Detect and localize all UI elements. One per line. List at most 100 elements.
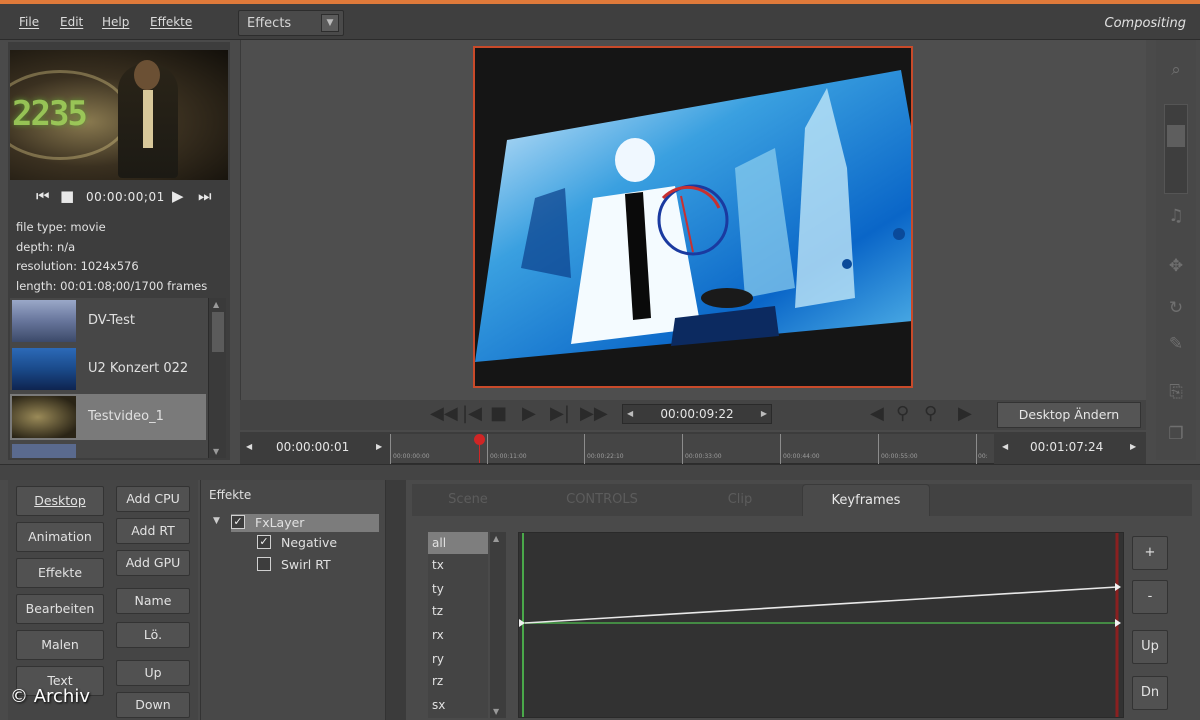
compositing-viewer[interactable]: [240, 40, 1146, 400]
play-icon[interactable]: ▶: [172, 187, 184, 205]
clip-item[interactable]: [10, 442, 206, 458]
timeline-ruler[interactable]: 00:00:00:00 00:00:11:00 00:00:22:10 00:0…: [390, 434, 994, 464]
tab-clip[interactable]: Clip: [692, 484, 788, 516]
rewind-icon[interactable]: ◀◀: [430, 403, 458, 424]
keyframe-curve-area: [519, 533, 1121, 717]
param-item[interactable]: rx: [428, 624, 488, 646]
ruler-label: 00:00:00:00: [393, 453, 430, 460]
delete-button[interactable]: Lö.: [116, 622, 190, 648]
time-increment-icon[interactable]: ▶: [761, 405, 767, 423]
timeline-start-next-icon[interactable]: ▶: [376, 442, 382, 451]
animation-button[interactable]: Animation: [16, 522, 104, 552]
clip-label: Testvideo_1: [88, 409, 164, 424]
param-item[interactable]: tx: [428, 554, 488, 576]
zoom-icon[interactable]: ⌕: [1164, 58, 1188, 82]
time-decrement-icon[interactable]: ◀: [627, 405, 633, 423]
action-buttons: Desktop Animation Effekte Bearbeiten Mal…: [8, 480, 198, 720]
param-item[interactable]: tz: [428, 600, 488, 622]
timeline-start-prev-icon[interactable]: ◀: [246, 442, 252, 451]
scroll-up-icon[interactable]: ▲: [493, 534, 499, 543]
timeline-end-next-icon[interactable]: ▶: [1130, 442, 1136, 451]
next-key-icon[interactable]: ▶: [958, 403, 972, 424]
tree-item-negative[interactable]: ✓ Negative: [257, 534, 377, 552]
clip-label: U2 Konzert 022: [88, 361, 189, 376]
viewer-canvas[interactable]: [473, 46, 913, 388]
keyframe-graph[interactable]: [518, 532, 1124, 718]
add-cpu-button[interactable]: Add CPU: [116, 486, 190, 512]
effects-tree-scrollbar[interactable]: [386, 480, 406, 720]
tree-item-fxlayer[interactable]: ✓ FxLayer: [231, 514, 379, 532]
step-back-icon[interactable]: |◀: [462, 403, 482, 424]
stop-icon[interactable]: ■: [490, 403, 507, 424]
music-note-icon[interactable]: ♫: [1164, 204, 1188, 228]
zoom-slider[interactable]: [1164, 104, 1188, 194]
add-key-button[interactable]: +: [1132, 536, 1168, 570]
move-down-button[interactable]: Down: [116, 692, 190, 718]
tab-scene[interactable]: Scene: [420, 484, 516, 516]
current-time-field[interactable]: ◀ 00:00:09:22 ▶: [622, 404, 772, 424]
effekte-button[interactable]: Effekte: [16, 558, 104, 588]
play-icon[interactable]: ▶: [522, 403, 536, 424]
skip-back-icon[interactable]: ⏮: [36, 187, 50, 205]
rotate-icon[interactable]: ↻: [1164, 296, 1188, 320]
negative-checkbox[interactable]: ✓: [257, 535, 271, 549]
tree-expand-icon[interactable]: ▼: [213, 516, 220, 526]
stop-icon[interactable]: ■: [60, 187, 74, 205]
key-up-button[interactable]: Up: [1132, 630, 1168, 664]
transport-bar: ◀◀ |◀ ■ ▶ ▶| ▶▶ ◀ 00:00:09:22 ▶ ◀ ⚲ ⚲ ▶ …: [240, 400, 1146, 430]
param-item[interactable]: rz: [428, 670, 488, 692]
tab-keyframes[interactable]: Keyframes: [802, 484, 930, 516]
menu-effekte[interactable]: Effekte: [150, 15, 192, 29]
scroll-up-icon[interactable]: ▲: [213, 300, 219, 309]
export-icon[interactable]: ⎘: [1164, 380, 1188, 404]
bearbeiten-button[interactable]: Bearbeiten: [16, 594, 104, 624]
parameter-list-scrollbar[interactable]: ▲ ▼: [490, 532, 506, 718]
menu-file[interactable]: File: [19, 15, 39, 29]
layers-icon[interactable]: ❐: [1164, 422, 1188, 446]
key-down-button[interactable]: Dn: [1132, 676, 1168, 710]
name-button[interactable]: Name: [116, 588, 190, 614]
preview-head: [134, 60, 160, 90]
scroll-down-icon[interactable]: ▼: [213, 447, 219, 456]
param-item[interactable]: all: [428, 532, 488, 554]
effects-dropdown[interactable]: Effects ▼: [238, 10, 344, 36]
swirl-checkbox[interactable]: [257, 557, 271, 571]
clip-thumbnail: [12, 300, 76, 342]
add-gpu-button[interactable]: Add GPU: [116, 550, 190, 576]
move-up-button[interactable]: Up: [116, 660, 190, 686]
edit-icon[interactable]: ✎: [1164, 332, 1188, 356]
zoom-slider-knob[interactable]: [1167, 125, 1185, 147]
clip-item[interactable]: Testvideo_1: [10, 394, 206, 440]
step-forward-icon[interactable]: ▶|: [550, 403, 570, 424]
tree-item-swirl[interactable]: Swirl RT: [257, 556, 377, 574]
panel-divider[interactable]: [0, 464, 1200, 480]
remove-key-button[interactable]: -: [1132, 580, 1168, 614]
timeline-end-prev-icon[interactable]: ◀: [1002, 442, 1008, 451]
tab-controls[interactable]: CONTROLS: [542, 484, 662, 516]
skip-forward-icon[interactable]: ⏭: [198, 187, 212, 205]
scroll-thumb[interactable]: [212, 312, 224, 352]
fxlayer-checkbox[interactable]: ✓: [231, 515, 245, 529]
param-item[interactable]: sx: [428, 694, 488, 716]
key-search-icon[interactable]: ⚲: [896, 403, 909, 424]
desktop-button[interactable]: Desktop: [16, 486, 104, 516]
menu-edit[interactable]: Edit: [60, 15, 83, 29]
move-icon[interactable]: ✥: [1164, 254, 1188, 278]
param-item[interactable]: ty: [428, 578, 488, 600]
key-search-icon[interactable]: ⚲: [924, 403, 937, 424]
chevron-down-icon[interactable]: ▼: [321, 14, 339, 32]
desktop-change-button[interactable]: Desktop Ändern: [997, 402, 1141, 428]
source-preview: 2235: [10, 50, 228, 180]
param-item[interactable]: ry: [428, 648, 488, 670]
malen-button[interactable]: Malen: [16, 630, 104, 660]
clip-item[interactable]: DV-Test: [10, 298, 206, 344]
playhead[interactable]: [474, 434, 485, 445]
menu-help[interactable]: Help: [102, 15, 129, 29]
prev-key-icon[interactable]: ◀: [870, 403, 884, 424]
clip-item[interactable]: U2 Konzert 022: [10, 346, 206, 392]
preview-digits: 2235: [12, 94, 88, 134]
clip-list-scrollbar[interactable]: ▲ ▼: [208, 298, 226, 458]
scroll-down-icon[interactable]: ▼: [493, 707, 499, 716]
fast-forward-icon[interactable]: ▶▶: [580, 403, 608, 424]
add-rt-button[interactable]: Add RT: [116, 518, 190, 544]
